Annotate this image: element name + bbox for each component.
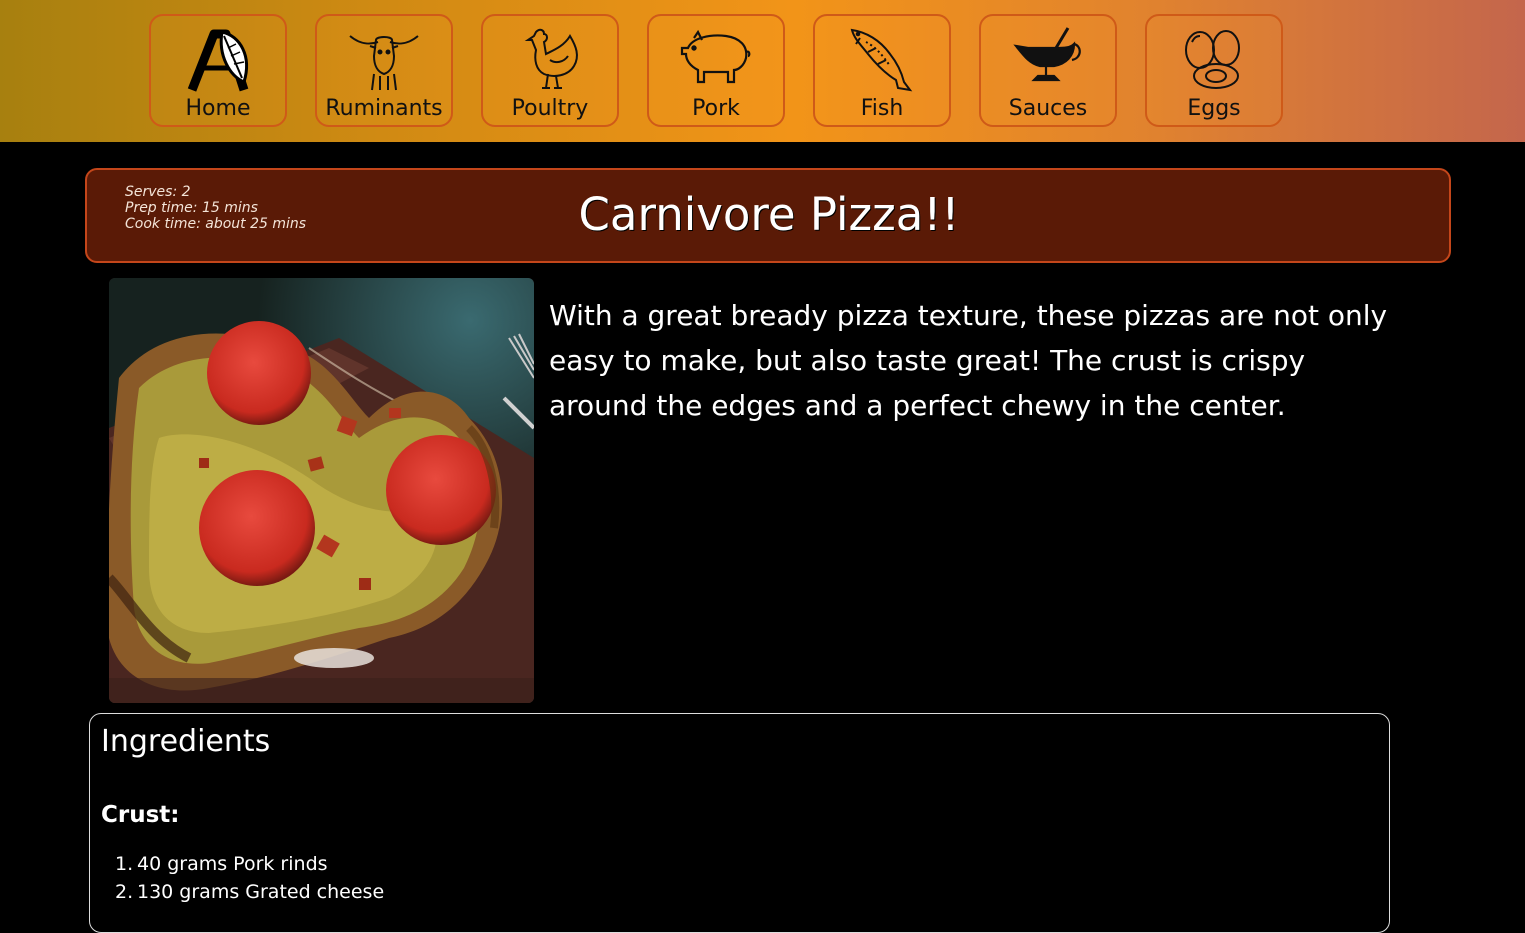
- crust-ingredient-list: 1. 40 grams Pork rinds 2. 130 grams Grated…: [101, 850, 384, 906]
- list-item: 2. 130 grams Grated cheese: [101, 878, 384, 906]
- nav-ruminants-label: Ruminants: [325, 96, 443, 121]
- ingredients-panel: Ingredients Crust: 1. 40 grams Pork rinds…: [89, 713, 1390, 933]
- chicken-icon: [483, 24, 617, 94]
- gravy-boat-icon: [981, 24, 1115, 94]
- nav-ruminants-button[interactable]: Ruminants: [315, 14, 453, 127]
- nav-pork-button[interactable]: Pork: [647, 14, 785, 127]
- nav-fish-button[interactable]: Fish: [813, 14, 951, 127]
- nav-home-button[interactable]: Home: [149, 14, 287, 127]
- nav-pork-label: Pork: [692, 96, 740, 121]
- ingredients-heading: Ingredients: [101, 724, 271, 759]
- fish-icon: [815, 24, 949, 94]
- nav-sauces-button[interactable]: Sauces: [979, 14, 1117, 127]
- pizza-photo: [109, 278, 534, 703]
- eggs-icon: [1147, 24, 1281, 94]
- recipe-description: With a great bready pizza texture, these…: [549, 299, 1388, 422]
- pig-icon: [649, 24, 783, 94]
- nav-eggs-button[interactable]: Eggs: [1145, 14, 1283, 127]
- list-item-text: 130 grams Grated cheese: [137, 881, 385, 903]
- nav-eggs-label: Eggs: [1187, 96, 1241, 121]
- recipe-title: Carnivore Pizza!!: [578, 188, 960, 241]
- nav-poultry-label: Poultry: [511, 96, 589, 121]
- logo-a-leaf-icon: [151, 24, 285, 94]
- nav-sauces-label: Sauces: [1008, 96, 1088, 121]
- recipe-header: Serves: 2 Prep time: 15 mins Cook time: …: [85, 168, 1451, 263]
- nav-fish-label: Fish: [860, 96, 904, 121]
- nav-poultry-button[interactable]: Poultry: [481, 14, 619, 127]
- list-item-number: 2.: [115, 881, 134, 903]
- crust-subheading: Crust:: [101, 802, 180, 828]
- list-item-text: 40 grams Pork rinds: [137, 853, 328, 875]
- top-nav-bar: Home Ruminants Poultry Pork Fish Sauces …: [0, 0, 1525, 142]
- longhorn-bull-icon: [317, 24, 451, 94]
- list-item-number: 1.: [115, 853, 134, 875]
- nav-home-label: Home: [185, 96, 251, 121]
- list-item: 1. 40 grams Pork rinds: [101, 850, 384, 878]
